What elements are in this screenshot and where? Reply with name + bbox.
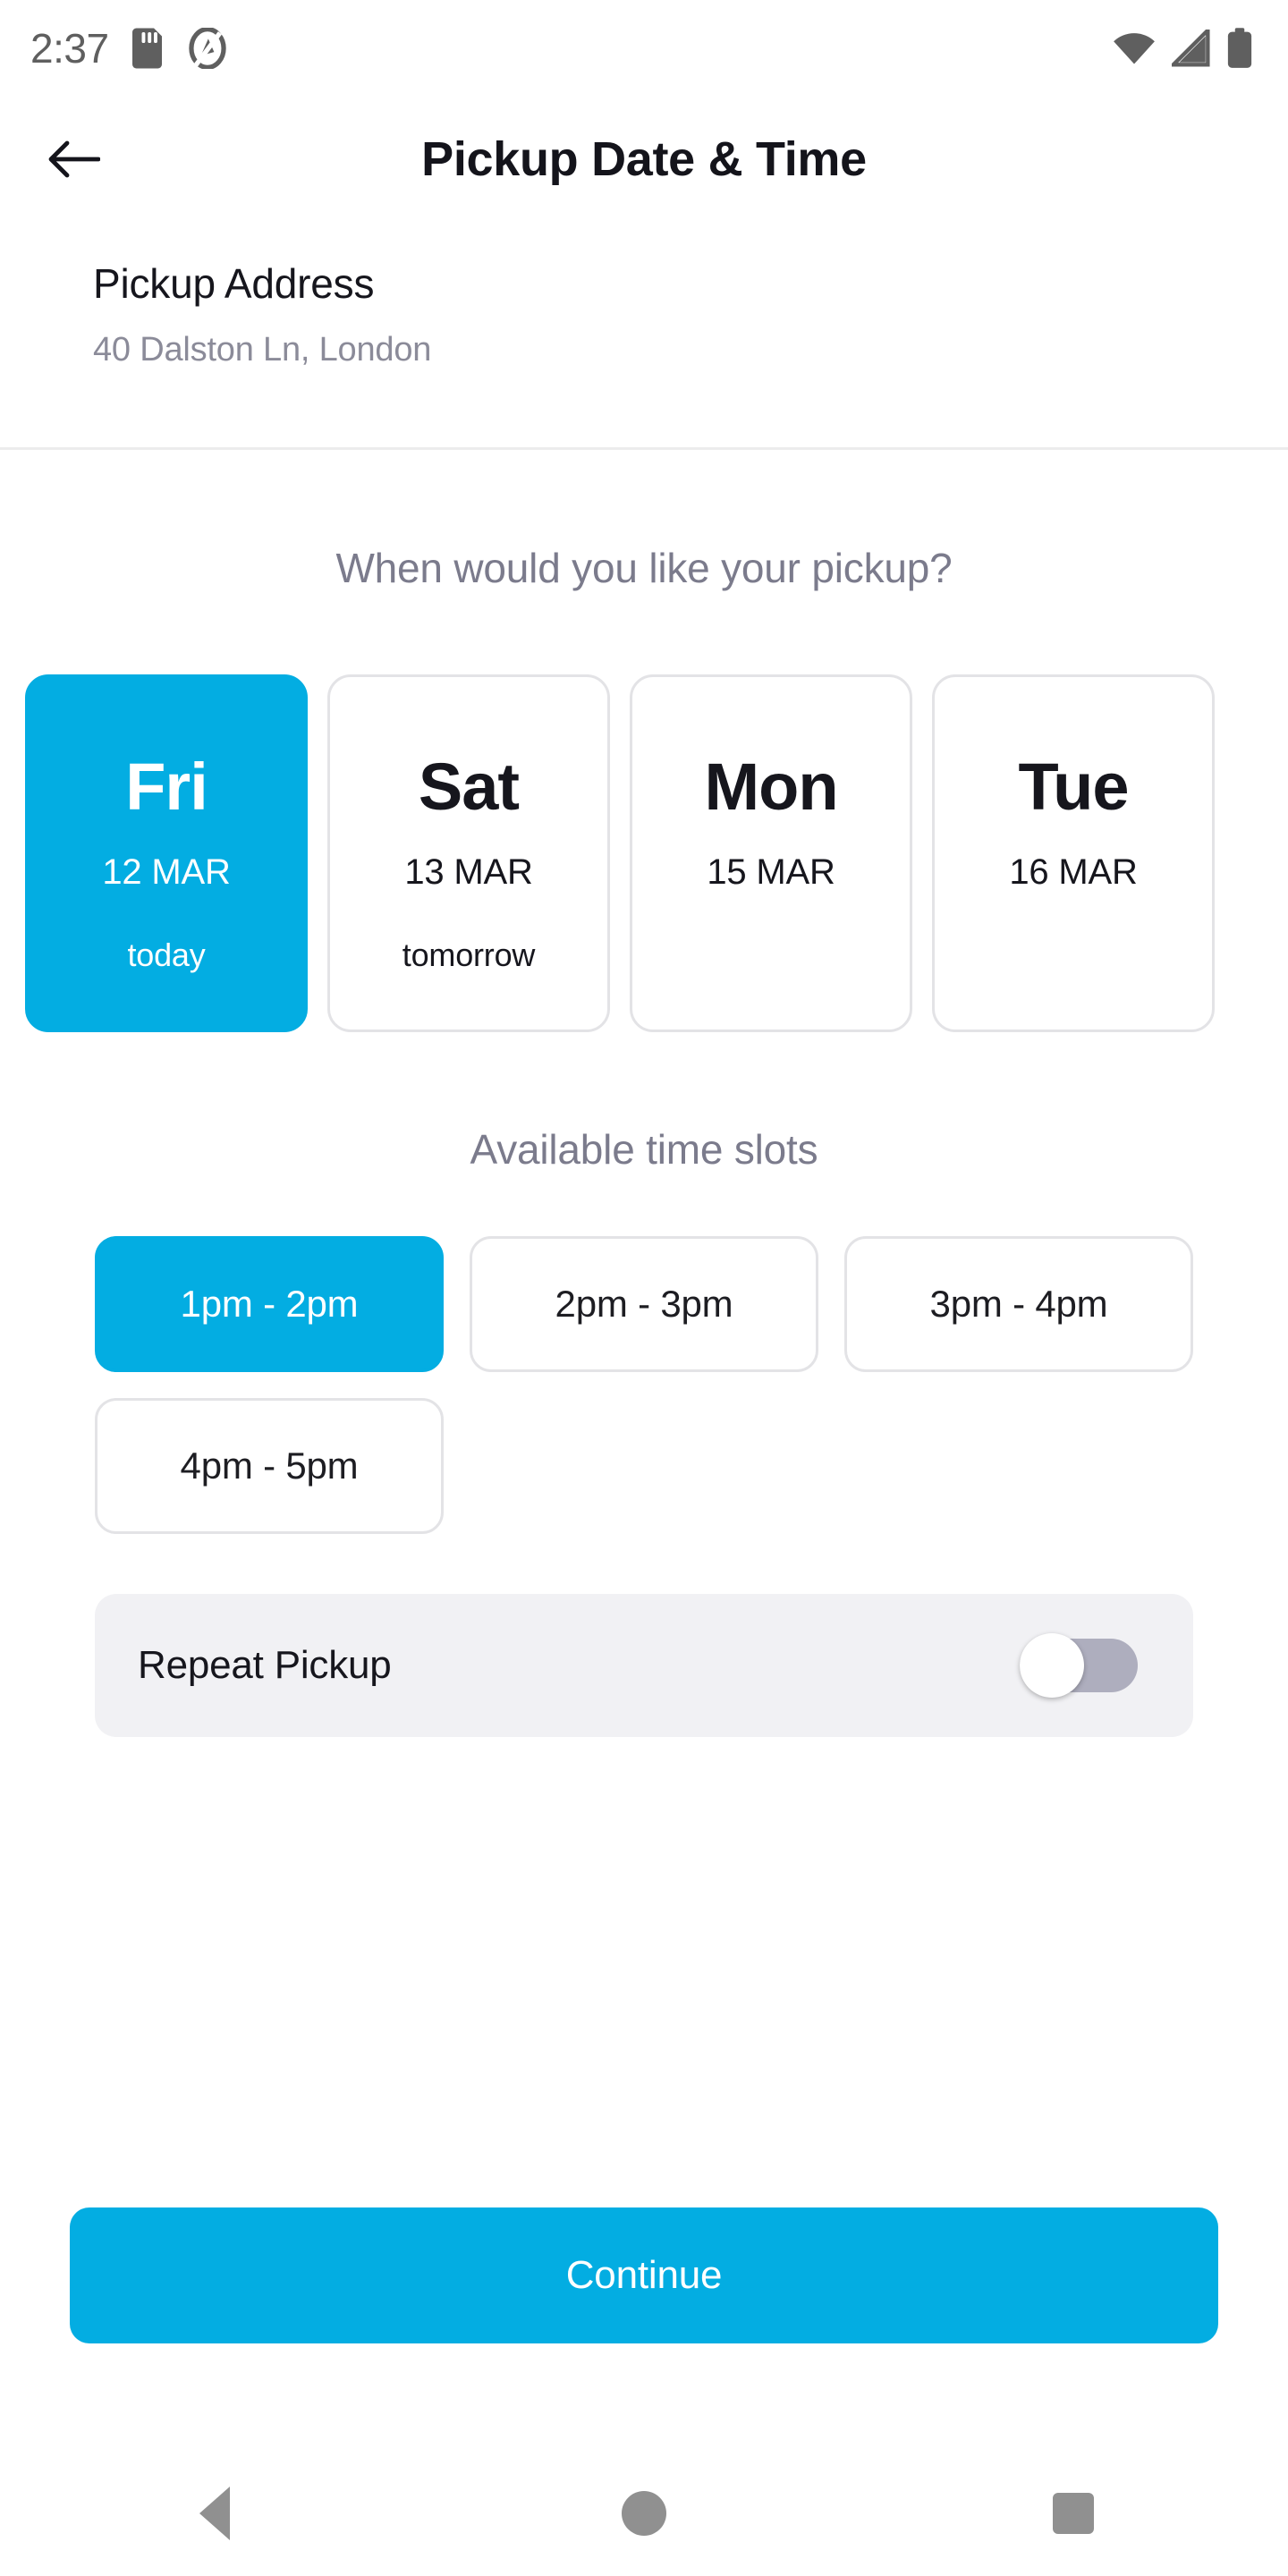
- battery-icon: [1227, 28, 1252, 69]
- date-card-mon[interactable]: Mon 15 MAR: [630, 674, 912, 1032]
- nav-recents-icon: [1053, 2493, 1094, 2534]
- repeat-pickup-toggle[interactable]: [1020, 1633, 1138, 1698]
- toggle-knob: [1020, 1633, 1084, 1698]
- status-bar-clock: 2:37: [30, 25, 109, 72]
- repeat-pickup-row[interactable]: Repeat Pickup: [95, 1594, 1193, 1737]
- date-card-fri[interactable]: Fri 12 MAR today: [25, 674, 308, 1032]
- date-section-heading: When would you like your pickup?: [335, 545, 953, 591]
- date-card-day: Sat: [418, 750, 520, 824]
- sd-card-icon: [131, 28, 165, 69]
- app-bar: Pickup Date & Time: [0, 97, 1288, 222]
- date-card-note: today: [127, 936, 206, 973]
- do-not-disturb-icon: [188, 28, 227, 69]
- section-divider: [0, 447, 1288, 450]
- back-button[interactable]: [30, 116, 116, 202]
- pickup-address-label: Pickup Address: [93, 260, 375, 307]
- time-slot-option[interactable]: 3pm - 4pm: [844, 1236, 1193, 1372]
- time-slot-option[interactable]: 2pm - 3pm: [470, 1236, 818, 1372]
- date-card-day: Fri: [125, 750, 208, 824]
- status-bar-left: 2:37: [30, 24, 227, 72]
- date-card-date: 15 MAR: [707, 852, 835, 892]
- wifi-icon: [1113, 30, 1156, 67]
- slots-section-heading: Available time slots: [470, 1126, 818, 1173]
- nav-home-button[interactable]: [572, 2451, 716, 2576]
- date-card-day: Mon: [704, 750, 838, 824]
- android-nav-bar: [0, 2451, 1288, 2576]
- time-slot-list[interactable]: 1pm - 2pm 2pm - 3pm 3pm - 4pm 4pm - 5pm: [95, 1236, 1222, 1534]
- date-card-day: Tue: [1018, 750, 1129, 824]
- time-slot-option[interactable]: 4pm - 5pm: [95, 1398, 444, 1534]
- page-title: Pickup Date & Time: [421, 132, 867, 186]
- repeat-pickup-label: Repeat Pickup: [138, 1643, 392, 1687]
- cellular-signal-icon: [1172, 30, 1211, 67]
- nav-back-icon: [199, 2487, 230, 2540]
- nav-back-button[interactable]: [143, 2451, 286, 2576]
- date-card-tue[interactable]: Tue 16 MAR: [932, 674, 1215, 1032]
- nav-recents-button[interactable]: [1002, 2451, 1145, 2576]
- pickup-address-value: 40 Dalston Ln, London: [93, 331, 432, 369]
- status-bar: 2:37: [0, 0, 1288, 97]
- time-slot-option[interactable]: 1pm - 2pm: [95, 1236, 444, 1372]
- date-card-date: 16 MAR: [1009, 852, 1138, 892]
- pickup-address-block: Pickup Address 40 Dalston Ln, London: [93, 259, 431, 369]
- arrow-left-icon: [47, 138, 100, 181]
- continue-button[interactable]: Continue: [70, 2207, 1218, 2343]
- nav-home-icon: [622, 2491, 666, 2536]
- date-card-date: 13 MAR: [404, 852, 533, 892]
- status-bar-right: [1113, 28, 1252, 69]
- date-card-note: tomorrow: [402, 936, 536, 973]
- date-card-sat[interactable]: Sat 13 MAR tomorrow: [327, 674, 610, 1032]
- pickup-date-time-screen: 2:37 Pickup Date & Time Pickup Address 4…: [0, 0, 1288, 2576]
- date-card-list[interactable]: Fri 12 MAR today Sat 13 MAR tomorrow Mon 15 MAR…: [0, 674, 1288, 1041]
- date-card-date: 12 MAR: [102, 852, 231, 892]
